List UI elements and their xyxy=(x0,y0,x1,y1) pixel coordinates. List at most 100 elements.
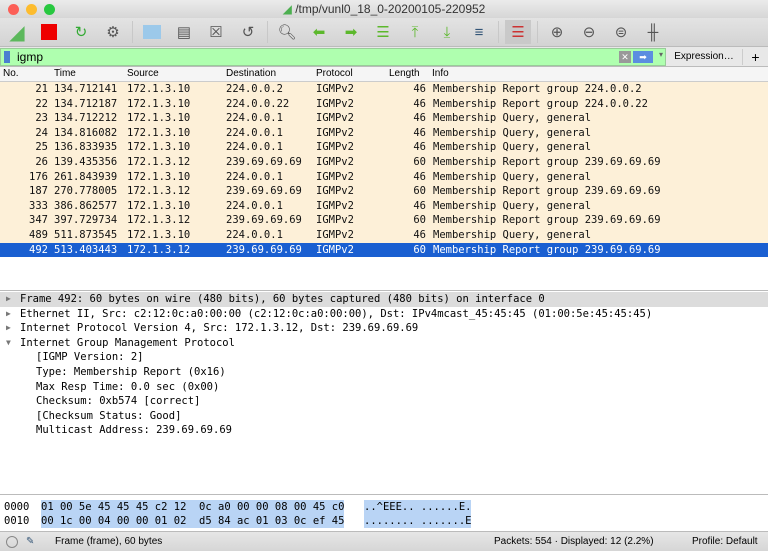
packet-row[interactable]: 25 136.833935 172.1.3.10 224.0.0.1 IGMPv2 46 M… xyxy=(0,140,768,155)
save-file-icon[interactable]: ▤ xyxy=(171,20,197,44)
find-packet-icon[interactable]: 🔍︎ xyxy=(274,20,300,44)
separator xyxy=(537,21,538,43)
packet-details: ▶ Frame 492: 60 bytes on wire (480 bits),… xyxy=(0,292,768,495)
title-bar: ◢ /tmp/vunl0_18_0-20200105-220952 xyxy=(0,0,768,18)
column-info[interactable]: Info xyxy=(432,68,449,79)
column-time[interactable]: Time xyxy=(54,68,76,79)
packet-row[interactable]: 24 134.816082 172.1.3.10 224.0.0.1 IGMPv2 46 M… xyxy=(0,125,768,141)
hex-row[interactable]: 0000 01 00 5e 45 45 45 c2 12 0c a0 00 00 … xyxy=(0,500,768,514)
packet-row[interactable]: 23 134.712212 172.1.3.10 224.0.0.1 IGMPv2 46 M… xyxy=(0,111,768,126)
detail-item[interactable]: Type: Membership Report (0x16) xyxy=(0,365,768,380)
close-file-icon[interactable]: ☒ xyxy=(203,20,229,44)
stop-capture-icon[interactable] xyxy=(36,20,62,44)
edit-comment-icon[interactable]: ✎ xyxy=(26,532,34,552)
resize-columns-icon[interactable]: ╫ xyxy=(640,20,666,44)
cell-length: 46 xyxy=(413,83,426,95)
packet-row[interactable]: 21 134.712141 172.1.3.10 224.0.0.2 IGMPv2 46 M… xyxy=(0,82,768,97)
status-frame: Frame (frame), 60 bytes xyxy=(55,536,163,547)
zoom-in-icon[interactable]: ⊕ xyxy=(544,20,570,44)
display-filter-bar: igmp ✕ ➡ ▾ Expression… + xyxy=(0,47,768,67)
collapse-arrow-icon[interactable]: ▼ xyxy=(6,336,11,351)
go-back-icon[interactable]: ⬅ xyxy=(306,20,332,44)
cell-no: 187 xyxy=(29,185,48,198)
detail-item[interactable]: Checksum: 0xb574 [correct] xyxy=(0,394,768,409)
expert-info-icon[interactable] xyxy=(6,536,18,548)
display-filter-input[interactable]: igmp ✕ ➡ ▾ xyxy=(0,47,666,66)
status-bar: ✎ Frame (frame), 60 bytes Packets: 554 ·… xyxy=(0,531,768,551)
main-toolbar: ◢ ↻ ⚙ ▤ ☒ ↺ 🔍︎ ⬅ ➡ ☰ ⤒ ⤓ ≡ ☰ ⊕ ⊖ ⊜ ╫ xyxy=(0,18,768,47)
go-forward-icon[interactable]: ➡ xyxy=(338,20,364,44)
colorize-icon[interactable]: ☰ xyxy=(505,20,531,44)
apply-filter-icon[interactable]: ➡ xyxy=(633,50,653,63)
expression-button[interactable]: Expression… xyxy=(666,51,742,62)
cell-no: 176 xyxy=(29,170,48,183)
cell-time: 139.435356 xyxy=(54,156,118,168)
bookmark-icon[interactable] xyxy=(4,50,10,63)
expand-arrow-icon[interactable]: ▶ xyxy=(6,292,11,307)
reload-file-icon[interactable]: ↺ xyxy=(235,20,261,44)
detail-item[interactable]: Max Resp Time: 0.0 sec (0x00) xyxy=(0,380,768,395)
cell-length: 60 xyxy=(413,156,426,168)
window-title: /tmp/vunl0_18_0-20200105-220952 xyxy=(295,2,486,16)
column-protocol[interactable]: Protocol xyxy=(316,68,353,79)
column-length[interactable]: Length xyxy=(389,68,420,79)
hex-row[interactable]: 0010 00 1c 00 04 00 00 01 02 d5 84 ac 01 … xyxy=(0,514,768,528)
cell-destination: 224.0.0.2 xyxy=(226,83,283,95)
detail-text: Internet Protocol Version 4, Src: 172.1.… xyxy=(20,322,419,335)
detail-item[interactable]: ▶ Ethernet II, Src: c2:12:0c:a0:00:00 (c2… xyxy=(0,307,768,322)
zoom-out-icon[interactable]: ⊖ xyxy=(576,20,602,44)
cell-no: 333 xyxy=(29,199,48,212)
hex-offset: 0010 xyxy=(4,515,30,527)
autoscroll-icon[interactable]: ≡ xyxy=(466,20,492,44)
close-button[interactable] xyxy=(8,4,19,15)
column-destination[interactable]: Destination xyxy=(226,68,276,79)
cell-time: 134.712212 xyxy=(54,112,118,125)
restart-capture-icon[interactable]: ↻ xyxy=(68,20,94,44)
expand-arrow-icon[interactable]: ▶ xyxy=(6,321,11,336)
packet-row[interactable]: 26 139.435356 172.1.3.12 239.69.69.69 IGMPv2… xyxy=(0,155,768,170)
detail-item[interactable]: ▼ Internet Group Management Protocol xyxy=(0,336,768,351)
packet-row[interactable]: 176 261.843939 172.1.3.10 224.0.0.1 IGMPv2 46… xyxy=(0,169,768,185)
packet-row[interactable]: 489 511.873545 172.1.3.10 224.0.0.1 IGMPv2 46… xyxy=(0,228,768,243)
add-filter-button[interactable]: + xyxy=(742,48,768,65)
cell-length: 60 xyxy=(413,243,426,256)
capture-options-icon[interactable]: ⚙ xyxy=(100,20,126,44)
cell-destination: 224.0.0.22 xyxy=(226,97,290,110)
packet-row[interactable]: 492 513.403443 172.1.3.12 239.69.69.69 IGMPv… xyxy=(0,242,768,258)
detail-item[interactable]: ▶ Internet Protocol Version 4, Src: 172.1… xyxy=(0,321,768,336)
column-no[interactable]: No. xyxy=(3,68,19,79)
minimize-button[interactable] xyxy=(26,4,37,15)
status-profile[interactable]: Profile: Default xyxy=(692,532,758,552)
detail-item[interactable]: ▶ Frame 492: 60 bytes on wire (480 bits),… xyxy=(0,292,768,307)
detail-text: Multicast Address: 239.69.69.69 xyxy=(36,424,232,437)
last-packet-icon[interactable]: ⤓ xyxy=(434,20,460,44)
packet-row[interactable]: 22 134.712187 172.1.3.10 224.0.0.22 IGMPv2 46… xyxy=(0,96,768,112)
packet-row[interactable]: 333 386.862577 172.1.3.10 224.0.0.1 IGMPv2 46… xyxy=(0,198,768,214)
cell-info: Membership Report group 224.0.0.22 xyxy=(433,97,648,110)
cell-protocol: IGMPv2 xyxy=(316,243,354,256)
maximize-button[interactable] xyxy=(44,4,55,15)
clear-filter-icon[interactable]: ✕ xyxy=(619,50,631,63)
cell-info: Membership Report group 239.69.69.69 xyxy=(433,185,661,198)
detail-item[interactable]: Multicast Address: 239.69.69.69 xyxy=(0,423,768,438)
cell-info: Membership Query, general xyxy=(433,126,592,139)
detail-item[interactable]: [IGMP Version: 2] xyxy=(0,350,768,365)
packet-bytes: 0000 01 00 5e 45 45 45 c2 12 0c a0 00 00 … xyxy=(0,500,768,528)
packet-row[interactable]: 347 397.729734 172.1.3.12 239.69.69.69 IGMPv… xyxy=(0,213,768,228)
go-to-packet-icon[interactable]: ☰ xyxy=(370,20,396,44)
cell-time: 397.729734 xyxy=(54,214,118,227)
cell-length: 46 xyxy=(413,170,426,183)
cell-protocol: IGMPv2 xyxy=(316,141,354,154)
expand-arrow-icon[interactable]: ▶ xyxy=(6,307,11,322)
first-packet-icon[interactable]: ⤒ xyxy=(402,20,428,44)
packet-row[interactable]: 187 270.778005 172.1.3.12 239.69.69.69 IGMPv… xyxy=(0,184,768,199)
cell-info: Membership Report group 239.69.69.69 xyxy=(433,243,661,256)
cell-time: 386.862577 xyxy=(54,199,118,212)
normal-size-icon[interactable]: ⊜ xyxy=(608,20,634,44)
filter-dropdown-icon[interactable]: ▾ xyxy=(659,50,663,59)
column-source[interactable]: Source xyxy=(127,68,159,79)
detail-item[interactable]: [Checksum Status: Good] xyxy=(0,409,768,424)
start-capture-icon[interactable]: ◢ xyxy=(4,20,30,44)
open-file-icon[interactable] xyxy=(139,20,165,44)
cell-time: 134.712187 xyxy=(54,97,118,110)
